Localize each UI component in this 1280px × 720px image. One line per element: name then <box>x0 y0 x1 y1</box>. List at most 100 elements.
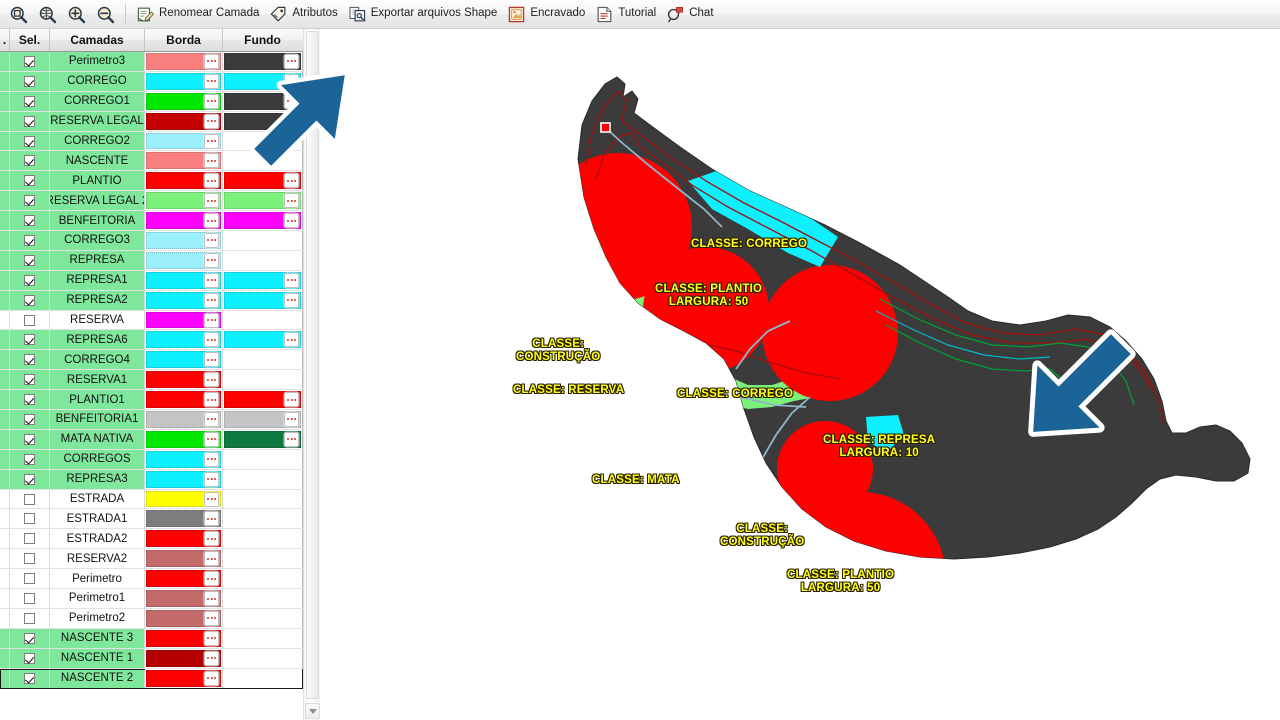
color-swatch[interactable] <box>224 92 301 110</box>
layer-fill-color-cell[interactable] <box>223 171 302 191</box>
color-picker-button[interactable] <box>204 133 219 149</box>
table-row[interactable]: RESERVA LEGAL <box>0 111 303 132</box>
color-swatch[interactable] <box>224 331 301 349</box>
layer-border-color-cell[interactable] <box>145 370 223 390</box>
color-picker-button[interactable] <box>204 153 219 169</box>
layer-name-cell[interactable]: CORREGO2 <box>50 131 145 151</box>
layer-visible-checkbox[interactable] <box>24 215 35 227</box>
layer-visible-checkbox[interactable] <box>24 75 35 87</box>
layer-fill-color-cell[interactable] <box>223 52 302 71</box>
color-picker-button[interactable] <box>284 272 299 288</box>
row-select-cell[interactable] <box>10 211 50 231</box>
layer-border-color-cell[interactable] <box>145 151 223 171</box>
layer-fill-color-cell[interactable] <box>223 410 302 429</box>
layer-fill-color-cell[interactable] <box>223 390 302 410</box>
color-picker-button[interactable] <box>204 332 219 348</box>
color-swatch[interactable] <box>146 530 221 548</box>
layer-name-cell[interactable]: RESERVA LEGAL 2 <box>50 191 145 211</box>
layer-border-color-cell[interactable] <box>145 648 223 668</box>
layer-border-color-cell[interactable] <box>145 668 223 688</box>
layer-visible-checkbox[interactable] <box>24 513 35 525</box>
layer-fill-color-cell[interactable] <box>223 529 302 549</box>
color-picker-button[interactable] <box>204 312 219 328</box>
color-picker-button[interactable] <box>204 252 219 268</box>
layer-border-color-cell[interactable] <box>145 52 223 71</box>
layer-fill-color-cell[interactable] <box>223 569 302 589</box>
layer-border-color-cell[interactable] <box>145 449 223 469</box>
layer-visible-checkbox[interactable] <box>24 274 35 286</box>
row-select-cell[interactable] <box>10 310 50 330</box>
table-row[interactable]: Perimetro1 <box>0 589 303 609</box>
color-swatch[interactable] <box>224 172 301 190</box>
row-select-cell[interactable] <box>10 390 50 410</box>
table-row[interactable]: BENFEITORIA1 <box>0 410 303 430</box>
row-select-cell[interactable] <box>10 429 50 449</box>
layers-scrollbar[interactable] <box>303 29 320 720</box>
layer-visible-checkbox[interactable] <box>24 155 35 167</box>
table-row[interactable]: CORREGOS <box>0 449 303 470</box>
color-picker-button[interactable] <box>284 93 299 109</box>
layer-name-cell[interactable]: ESTRADA1 <box>50 509 145 529</box>
layer-visible-checkbox[interactable] <box>24 433 35 445</box>
layer-name-cell[interactable]: CORREGO4 <box>50 350 145 370</box>
layer-name-cell[interactable]: NASCENTE 3 <box>50 628 145 648</box>
zoom-in-button[interactable] <box>62 2 91 27</box>
table-row[interactable]: REPRESA2 <box>0 290 303 311</box>
layer-border-color-cell[interactable] <box>145 469 223 489</box>
layer-border-color-cell[interactable] <box>145 290 223 310</box>
layer-fill-color-cell[interactable] <box>223 668 302 688</box>
color-picker-button[interactable] <box>204 73 219 89</box>
layer-visible-checkbox[interactable] <box>24 553 35 565</box>
table-row[interactable]: ESTRADA <box>0 489 303 510</box>
layer-border-color-cell[interactable] <box>145 91 223 111</box>
color-swatch[interactable] <box>224 411 301 428</box>
header-fundo[interactable]: Fundo <box>223 29 302 51</box>
table-row[interactable]: MATA NATIVA <box>0 429 303 450</box>
color-picker-button[interactable] <box>204 352 219 368</box>
layer-border-color-cell[interactable] <box>145 191 223 211</box>
color-swatch[interactable] <box>146 251 221 269</box>
row-select-cell[interactable] <box>10 290 50 310</box>
table-row[interactable]: Perimetro2 <box>0 608 303 629</box>
color-picker-button[interactable] <box>204 93 219 109</box>
layer-name-cell[interactable]: Perimetro3 <box>50 52 145 71</box>
layer-name-cell[interactable]: REPRESA1 <box>50 270 145 290</box>
layer-border-color-cell[interactable] <box>145 310 223 330</box>
layer-visible-checkbox[interactable] <box>24 95 35 107</box>
layer-border-color-cell[interactable] <box>145 569 223 589</box>
layer-fill-color-cell[interactable] <box>223 449 302 469</box>
layer-name-cell[interactable]: CORREGO3 <box>50 231 145 250</box>
layer-fill-color-cell[interactable] <box>223 628 302 648</box>
layer-visible-checkbox[interactable] <box>24 652 35 664</box>
header-borda[interactable]: Borda <box>145 29 223 51</box>
layer-fill-color-cell[interactable] <box>223 469 302 489</box>
color-swatch[interactable] <box>146 92 221 110</box>
rename-layer-button[interactable]: Renomear Camada <box>131 2 264 27</box>
color-picker-button[interactable] <box>284 113 299 129</box>
layer-fill-color-cell[interactable] <box>223 131 302 151</box>
layer-border-color-cell[interactable] <box>145 549 223 569</box>
color-swatch[interactable] <box>224 291 301 309</box>
layer-border-color-cell[interactable] <box>145 211 223 231</box>
layer-visible-checkbox[interactable] <box>24 632 35 644</box>
table-row[interactable]: NASCENTE <box>0 151 303 172</box>
color-picker-button[interactable] <box>204 173 219 189</box>
color-swatch[interactable] <box>146 291 221 309</box>
layer-border-color-cell[interactable] <box>145 350 223 370</box>
color-picker-button[interactable] <box>204 591 219 606</box>
table-row[interactable]: ESTRADA2 <box>0 529 303 550</box>
color-picker-button[interactable] <box>204 372 219 388</box>
table-row[interactable]: CORREGO1 <box>0 91 303 112</box>
layer-name-cell[interactable]: REPRESA2 <box>50 290 145 310</box>
layer-visible-checkbox[interactable] <box>24 175 35 187</box>
layer-fill-color-cell[interactable] <box>223 310 302 330</box>
layer-fill-color-cell[interactable] <box>223 231 302 250</box>
zoom-out-button[interactable] <box>91 2 120 27</box>
color-swatch[interactable] <box>146 311 221 329</box>
color-swatch[interactable] <box>146 212 221 230</box>
layer-visible-checkbox[interactable] <box>24 55 35 67</box>
color-swatch[interactable] <box>146 72 221 90</box>
color-picker-button[interactable] <box>204 431 219 447</box>
layer-name-cell[interactable]: MATA NATIVA <box>50 429 145 449</box>
table-row[interactable]: NASCENTE 3 <box>0 628 303 649</box>
